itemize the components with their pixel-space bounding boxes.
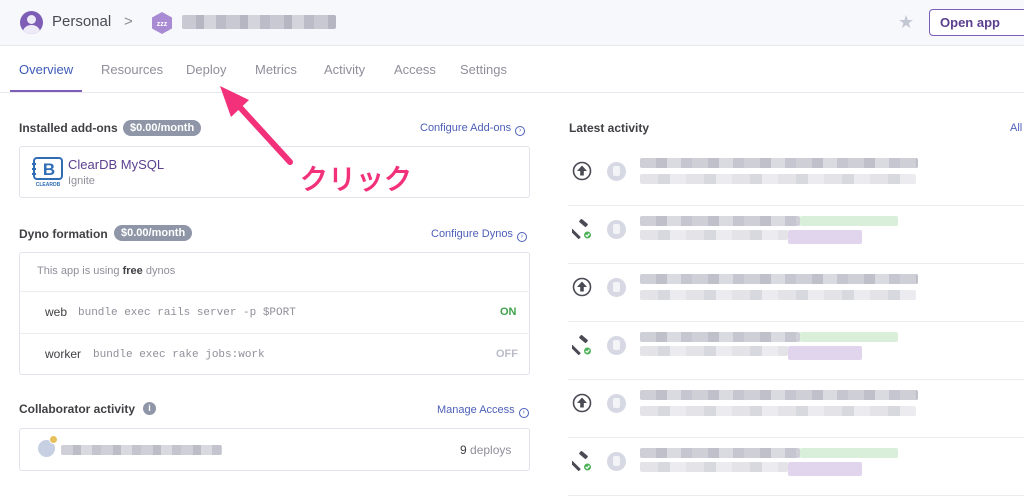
click-annotation: クリック — [300, 164, 413, 195]
annotation-arrow — [220, 86, 293, 165]
